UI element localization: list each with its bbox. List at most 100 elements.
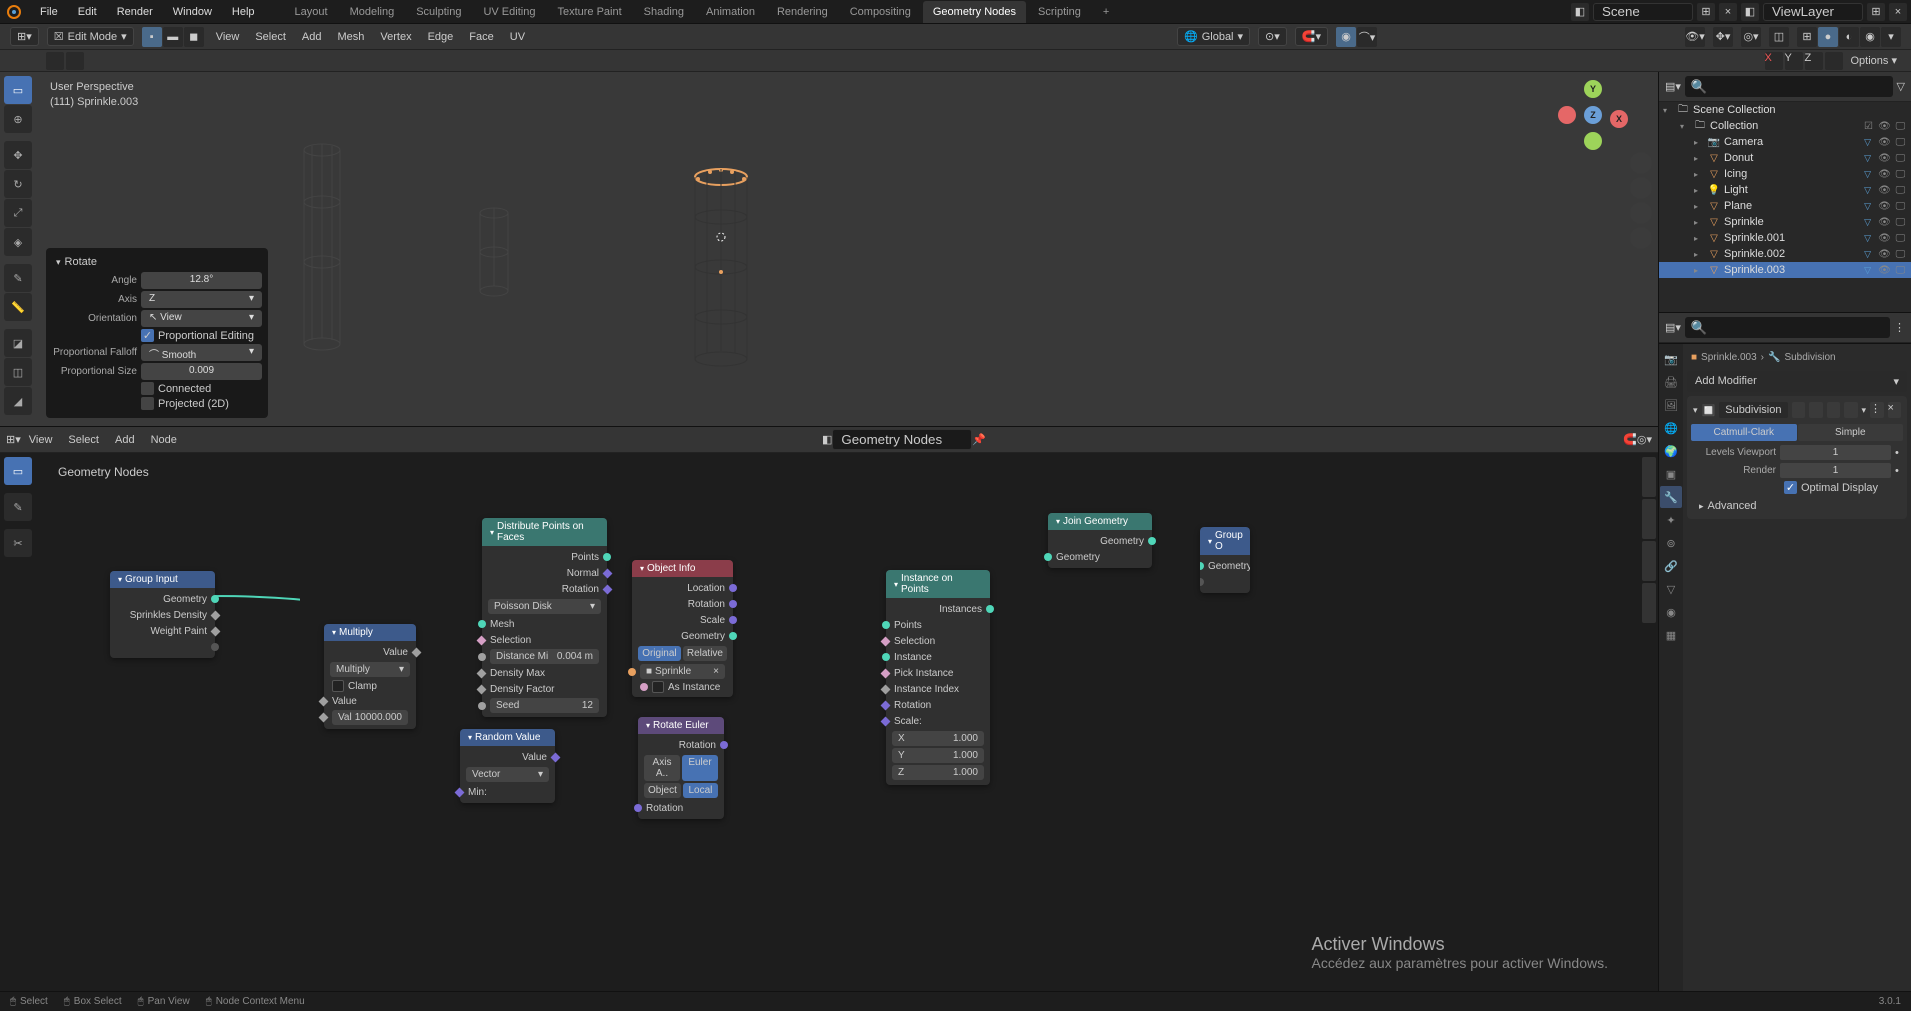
pivot-dropdown[interactable]: ⊙▾ bbox=[1258, 27, 1287, 46]
hide-icon[interactable]: 👁 bbox=[1878, 264, 1891, 277]
hide-icon[interactable]: 👁 bbox=[1878, 168, 1891, 181]
tab-world-props[interactable]: 🌍 bbox=[1660, 440, 1682, 462]
outliner-item-sprinkle-002[interactable]: ▸ ▽ Sprinkle.002 ▽ 👁 🖵 bbox=[1659, 246, 1911, 262]
outliner[interactable]: ▾🗀Scene Collection ▾🗀Collection ☑👁🖵 ▸ 📷 … bbox=[1659, 102, 1911, 312]
disable-icon[interactable]: 🖵 bbox=[1894, 216, 1907, 229]
menu-edit[interactable]: Edit bbox=[68, 2, 107, 22]
viewlayer-name-input[interactable] bbox=[1763, 3, 1863, 21]
connected-checkbox[interactable] bbox=[141, 382, 154, 395]
node-group-output[interactable]: ▾Group O Geometry bbox=[1200, 527, 1250, 593]
node-instance-on-points[interactable]: ▾Instance on Points Instances Points Sel… bbox=[886, 570, 990, 785]
scene-browse-icon[interactable]: ◧ bbox=[1571, 3, 1589, 21]
outliner-search[interactable] bbox=[1685, 76, 1893, 97]
cursor-tool[interactable]: ⊕ bbox=[4, 105, 32, 133]
zoom-icon[interactable] bbox=[1630, 152, 1652, 174]
tab-modifier-props[interactable]: 🔧 bbox=[1660, 486, 1682, 508]
axis-y-toggle[interactable]: Y bbox=[1785, 52, 1803, 70]
scene-delete-icon[interactable]: × bbox=[1719, 3, 1737, 21]
node-select-tool[interactable]: ▭ bbox=[4, 457, 32, 485]
gizmo-icon[interactable]: ✥▾ bbox=[1713, 27, 1733, 47]
proportional-falloff-icon[interactable]: ⌒▾ bbox=[1357, 27, 1377, 47]
orientation-dropdown[interactable]: 🌐Global▾ bbox=[1177, 27, 1250, 46]
levels-render-field[interactable]: 1 bbox=[1780, 463, 1891, 478]
tab-render-props[interactable]: 📷 bbox=[1660, 348, 1682, 370]
transform-tool[interactable]: ◈ bbox=[4, 228, 32, 256]
levels-viewport-field[interactable]: 1 bbox=[1780, 445, 1891, 460]
tab-texture-props[interactable]: ▦ bbox=[1660, 624, 1682, 646]
axis-z-toggle[interactable]: Z bbox=[1805, 52, 1823, 70]
mesh-display-icon-2[interactable] bbox=[66, 52, 84, 70]
visibility-icon[interactable]: 👁▾ bbox=[1685, 27, 1705, 47]
select-box-tool[interactable]: ▭ bbox=[4, 76, 32, 104]
pan-icon[interactable] bbox=[1630, 177, 1652, 199]
hide-icon[interactable]: 👁 bbox=[1878, 136, 1891, 149]
menu-render[interactable]: Render bbox=[107, 2, 163, 22]
orientation-dropdown[interactable]: ↖ View▾ bbox=[141, 310, 262, 327]
optimal-display-checkbox[interactable]: ✓ bbox=[1784, 481, 1797, 494]
node-rotate-euler[interactable]: ▾Rotate Euler Rotation Axis A..Euler Obj… bbox=[638, 717, 724, 819]
scale-tool[interactable]: ⤢ bbox=[4, 199, 32, 227]
hide-icon[interactable]: 👁 bbox=[1878, 200, 1891, 213]
euler-button[interactable]: Euler bbox=[682, 755, 718, 781]
normals-icon[interactable] bbox=[1825, 52, 1843, 70]
relative-button[interactable]: Relative bbox=[683, 646, 727, 661]
props-search[interactable] bbox=[1685, 317, 1890, 338]
move-tool[interactable]: ✥ bbox=[4, 141, 32, 169]
tab-shading[interactable]: Shading bbox=[634, 1, 694, 23]
disable-icon[interactable]: 🖵 bbox=[1894, 120, 1907, 133]
outliner-item-donut[interactable]: ▸ ▽ Donut ▽ 👁 🖵 bbox=[1659, 150, 1911, 166]
clamp-checkbox[interactable] bbox=[332, 680, 344, 692]
tab-uv-editing[interactable]: UV Editing bbox=[473, 1, 545, 23]
annotate-tool[interactable]: ✎ bbox=[4, 264, 32, 292]
menu-file[interactable]: File bbox=[30, 2, 68, 22]
node-tree-browse[interactable]: ◧ bbox=[822, 433, 832, 446]
node-snap-icon[interactable]: 🧲 bbox=[1623, 433, 1637, 446]
scene-new-icon[interactable]: ⊞ bbox=[1697, 3, 1715, 21]
bevel-tool[interactable]: ◢ bbox=[4, 387, 32, 415]
menu-edge[interactable]: Edge bbox=[420, 28, 462, 46]
distribute-method-dropdown[interactable]: Poisson Disk▾ bbox=[488, 599, 601, 614]
mod-delete-icon[interactable]: × bbox=[1888, 402, 1902, 418]
menu-select[interactable]: Select bbox=[247, 28, 294, 46]
axis-x-toggle[interactable]: X bbox=[1765, 52, 1783, 70]
editor-type-dropdown[interactable]: ⊞▾ bbox=[10, 27, 39, 46]
prop-size-field[interactable]: 0.009 bbox=[141, 363, 262, 380]
angle-field[interactable]: 12.8° bbox=[141, 272, 262, 289]
object-space-button[interactable]: Object bbox=[644, 783, 681, 798]
shading-wireframe-icon[interactable]: ⊞ bbox=[1797, 27, 1817, 47]
menu-face[interactable]: Face bbox=[461, 28, 501, 46]
props-options-icon[interactable]: ⋮ bbox=[1894, 321, 1905, 334]
overlay-icon[interactable]: ◎▾ bbox=[1741, 27, 1761, 47]
node-multiply[interactable]: ▾Multiply Value Multiply▾ Clamp Value Va… bbox=[324, 624, 416, 729]
viewport-3d[interactable]: ▭ ⊕ ✥ ↻ ⤢ ◈ ✎ 📏 ◪ ◫ ◢ User Perspective (… bbox=[0, 72, 1658, 427]
local-space-button[interactable]: Local bbox=[683, 783, 718, 798]
perspective-toggle-icon[interactable] bbox=[1630, 227, 1652, 249]
disable-icon[interactable]: 🖵 bbox=[1894, 136, 1907, 149]
node-canvas[interactable]: ▭ ✎ ✂ Geometry Nodes bbox=[0, 453, 1658, 1011]
modifier-name-field[interactable]: Subdivision bbox=[1719, 402, 1787, 418]
shading-material-icon[interactable]: ◐ bbox=[1839, 27, 1859, 47]
snap-dropdown[interactable]: 🧲▾ bbox=[1295, 27, 1328, 46]
outliner-display-dropdown[interactable]: ▤▾ bbox=[1665, 80, 1681, 93]
hide-icon[interactable]: 👁 bbox=[1878, 232, 1891, 245]
node-annotate-tool[interactable]: ✎ bbox=[4, 493, 32, 521]
disable-icon[interactable]: 🖵 bbox=[1894, 232, 1907, 245]
outliner-filter-icon[interactable]: ▽ bbox=[1897, 80, 1905, 93]
multiply-operation-dropdown[interactable]: Multiply▾ bbox=[330, 662, 410, 677]
tab-viewlayer-props[interactable]: 🖼 bbox=[1660, 394, 1682, 416]
shading-options-icon[interactable]: ▾ bbox=[1881, 27, 1901, 47]
node-join-geometry[interactable]: ▾Join Geometry Geometry Geometry bbox=[1048, 513, 1152, 568]
scene-name-input[interactable] bbox=[1593, 3, 1693, 21]
mod-on-cage-icon[interactable] bbox=[1792, 402, 1806, 418]
projected-checkbox[interactable] bbox=[141, 397, 154, 410]
proportional-edit-icon[interactable]: ◉ bbox=[1336, 27, 1356, 47]
viewlayer-delete-icon[interactable]: × bbox=[1889, 3, 1907, 21]
tab-particle-props[interactable]: ✦ bbox=[1660, 509, 1682, 531]
menu-window[interactable]: Window bbox=[163, 2, 222, 22]
advanced-toggle[interactable]: ▸Advanced bbox=[1691, 497, 1903, 515]
outliner-item-light[interactable]: ▸ 💡 Light ▽ 👁 🖵 bbox=[1659, 182, 1911, 198]
edge-select-icon[interactable]: ▬ bbox=[163, 27, 183, 47]
tab-output-props[interactable]: 🖨 bbox=[1660, 371, 1682, 393]
disable-icon[interactable]: 🖵 bbox=[1894, 200, 1907, 213]
tab-add[interactable]: + bbox=[1093, 1, 1119, 23]
